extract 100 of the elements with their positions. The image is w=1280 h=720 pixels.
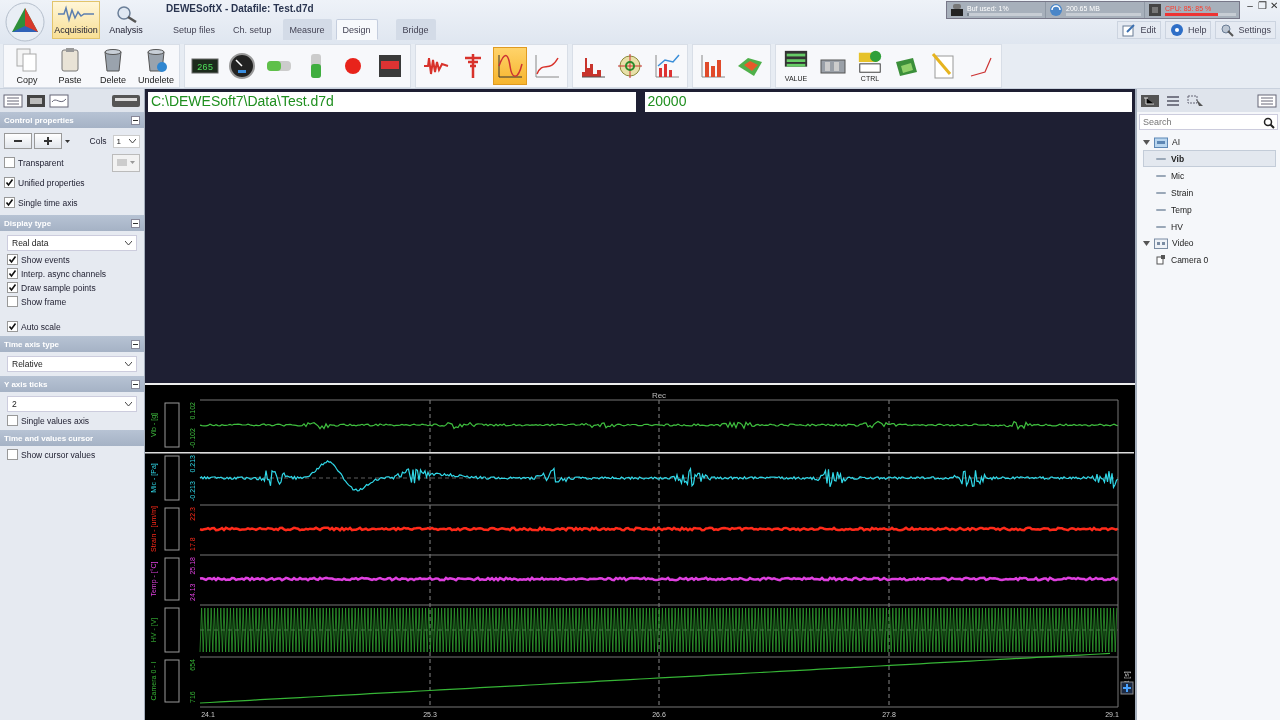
checkbox[interactable] (4, 177, 15, 188)
mode-button[interactable]: Analysis (102, 1, 150, 39)
collapse-icon[interactable] (131, 379, 140, 389)
dropdown[interactable]: 2 (7, 395, 137, 412)
caret-icon (125, 240, 132, 245)
decrease-button[interactable] (4, 133, 32, 149)
tree-item[interactable]: HV (1143, 218, 1276, 235)
color-picker-button[interactable] (112, 153, 140, 172)
settings-button[interactable]: Settings (1215, 21, 1276, 39)
minimize-button[interactable]: – (1244, 0, 1256, 11)
checkbox[interactable] (7, 282, 18, 293)
restore-button[interactable]: ❐ (1256, 0, 1268, 11)
help-button[interactable]: Help (1164, 21, 1212, 39)
tab[interactable]: Bridge (395, 19, 436, 40)
dropdown[interactable]: Real data (7, 234, 137, 251)
search-icon[interactable] (1263, 117, 1275, 129)
undelete-button[interactable]: Undelete (136, 47, 176, 85)
tree-item[interactable]: Camera 0 (1143, 251, 1276, 268)
dropdown[interactable]: Relative (7, 355, 137, 372)
logo-icon[interactable] (2, 2, 48, 42)
channel-level-meter (164, 455, 180, 501)
channels-tab-icon[interactable] (26, 94, 46, 108)
caret-icon (130, 161, 135, 164)
edit-button[interactable]: Edit (1117, 21, 1161, 39)
checkbox[interactable] (7, 415, 18, 426)
checkbox[interactable] (4, 157, 15, 168)
checkbox[interactable] (7, 449, 18, 460)
section-title: Time and values cursor (4, 433, 94, 443)
tree-item[interactable]: AI (1172, 137, 1181, 147)
expand-toggle-icon[interactable] (1143, 239, 1150, 247)
channel-level-meter (164, 607, 180, 653)
expand-toggle-icon[interactable] (1143, 138, 1150, 146)
paste-button[interactable]: Paste (50, 47, 90, 85)
xy-icon (533, 52, 561, 80)
plus-icon (43, 136, 53, 146)
checkbox-label: Unified properties (18, 177, 85, 188)
caret-icon (125, 401, 132, 406)
increase-button[interactable] (34, 133, 62, 149)
collapse-icon[interactable] (131, 218, 140, 228)
edit-icon (1122, 23, 1137, 37)
tree-item[interactable]: Strain (1143, 184, 1276, 201)
checkbox-label: Interp. async channels (21, 268, 107, 279)
collapse-icon[interactable] (131, 339, 140, 349)
tab[interactable]: Design (335, 19, 378, 40)
section-title: Display type (4, 218, 52, 228)
tab[interactable]: Measure (282, 19, 332, 40)
tab[interactable]: Ch. setup (226, 19, 279, 40)
text-display: C:\DEWESoft7\Data\Test.d7d (148, 92, 636, 112)
cols-dropdown[interactable]: 1 (112, 134, 140, 148)
tab[interactable]: Setup files (166, 19, 223, 40)
channel-level-meter (164, 402, 180, 448)
section-title: Control properties (4, 115, 74, 125)
zoom-in-button[interactable] (1120, 681, 1134, 695)
search-field[interactable]: Search (1139, 114, 1278, 130)
checkbox-label: Single values axis (21, 415, 90, 426)
mode-button[interactable]: Acquisition (52, 1, 100, 39)
trash-icon (101, 47, 125, 73)
control-icon (856, 49, 884, 75)
copy-icon (15, 47, 39, 73)
checkbox[interactable] (7, 296, 18, 307)
pointer-tab-icon[interactable] (1186, 94, 1206, 108)
check-icon (5, 178, 14, 187)
waveform-icon (56, 5, 96, 23)
checkbox[interactable] (7, 321, 18, 332)
status-meter (1165, 12, 1236, 16)
checkbox[interactable] (7, 254, 18, 265)
copy-button[interactable]: Copy (7, 47, 47, 85)
caret-icon (129, 139, 136, 143)
check-icon (5, 198, 14, 207)
panel-layout-icon[interactable] (111, 94, 141, 108)
cpu-icon (1148, 3, 1162, 17)
tree-item[interactable]: Vib (1143, 150, 1276, 167)
text-display: 20000 (644, 92, 1132, 112)
tree-item[interactable]: Temp (1143, 201, 1276, 218)
recorder-tool[interactable] (493, 47, 527, 85)
checkbox[interactable] (4, 197, 15, 208)
help-icon (1169, 23, 1184, 37)
tree-item[interactable]: Mic (1143, 167, 1276, 184)
checkbox-label: Show events (21, 254, 70, 265)
recorder-icon (496, 52, 524, 80)
camera-icon (1156, 254, 1166, 265)
checkbox-label: Auto scale (21, 321, 61, 332)
checkbox[interactable] (7, 268, 18, 279)
section-title: Time axis type (4, 339, 59, 349)
display-tab-icon[interactable] (49, 94, 69, 108)
tree-tab-icon[interactable] (1140, 94, 1160, 108)
delete-button[interactable]: Delete (93, 47, 133, 85)
collapse-icon[interactable] (131, 115, 140, 125)
checkbox-label: Draw sample points (21, 282, 96, 293)
channel-level-meter (164, 507, 180, 551)
tree-item[interactable]: Video (1172, 238, 1194, 248)
restore-bin-icon (144, 47, 168, 73)
folder-icon (1154, 136, 1168, 148)
close-button[interactable]: ✕ (1268, 0, 1280, 11)
channel-level-meter (164, 659, 180, 703)
section-title: Y axis ticks (4, 379, 48, 389)
cols-label: Cols (89, 136, 107, 146)
bars-icon (699, 52, 727, 80)
caret-icon[interactable] (65, 139, 70, 143)
clipboard-icon (58, 47, 82, 73)
